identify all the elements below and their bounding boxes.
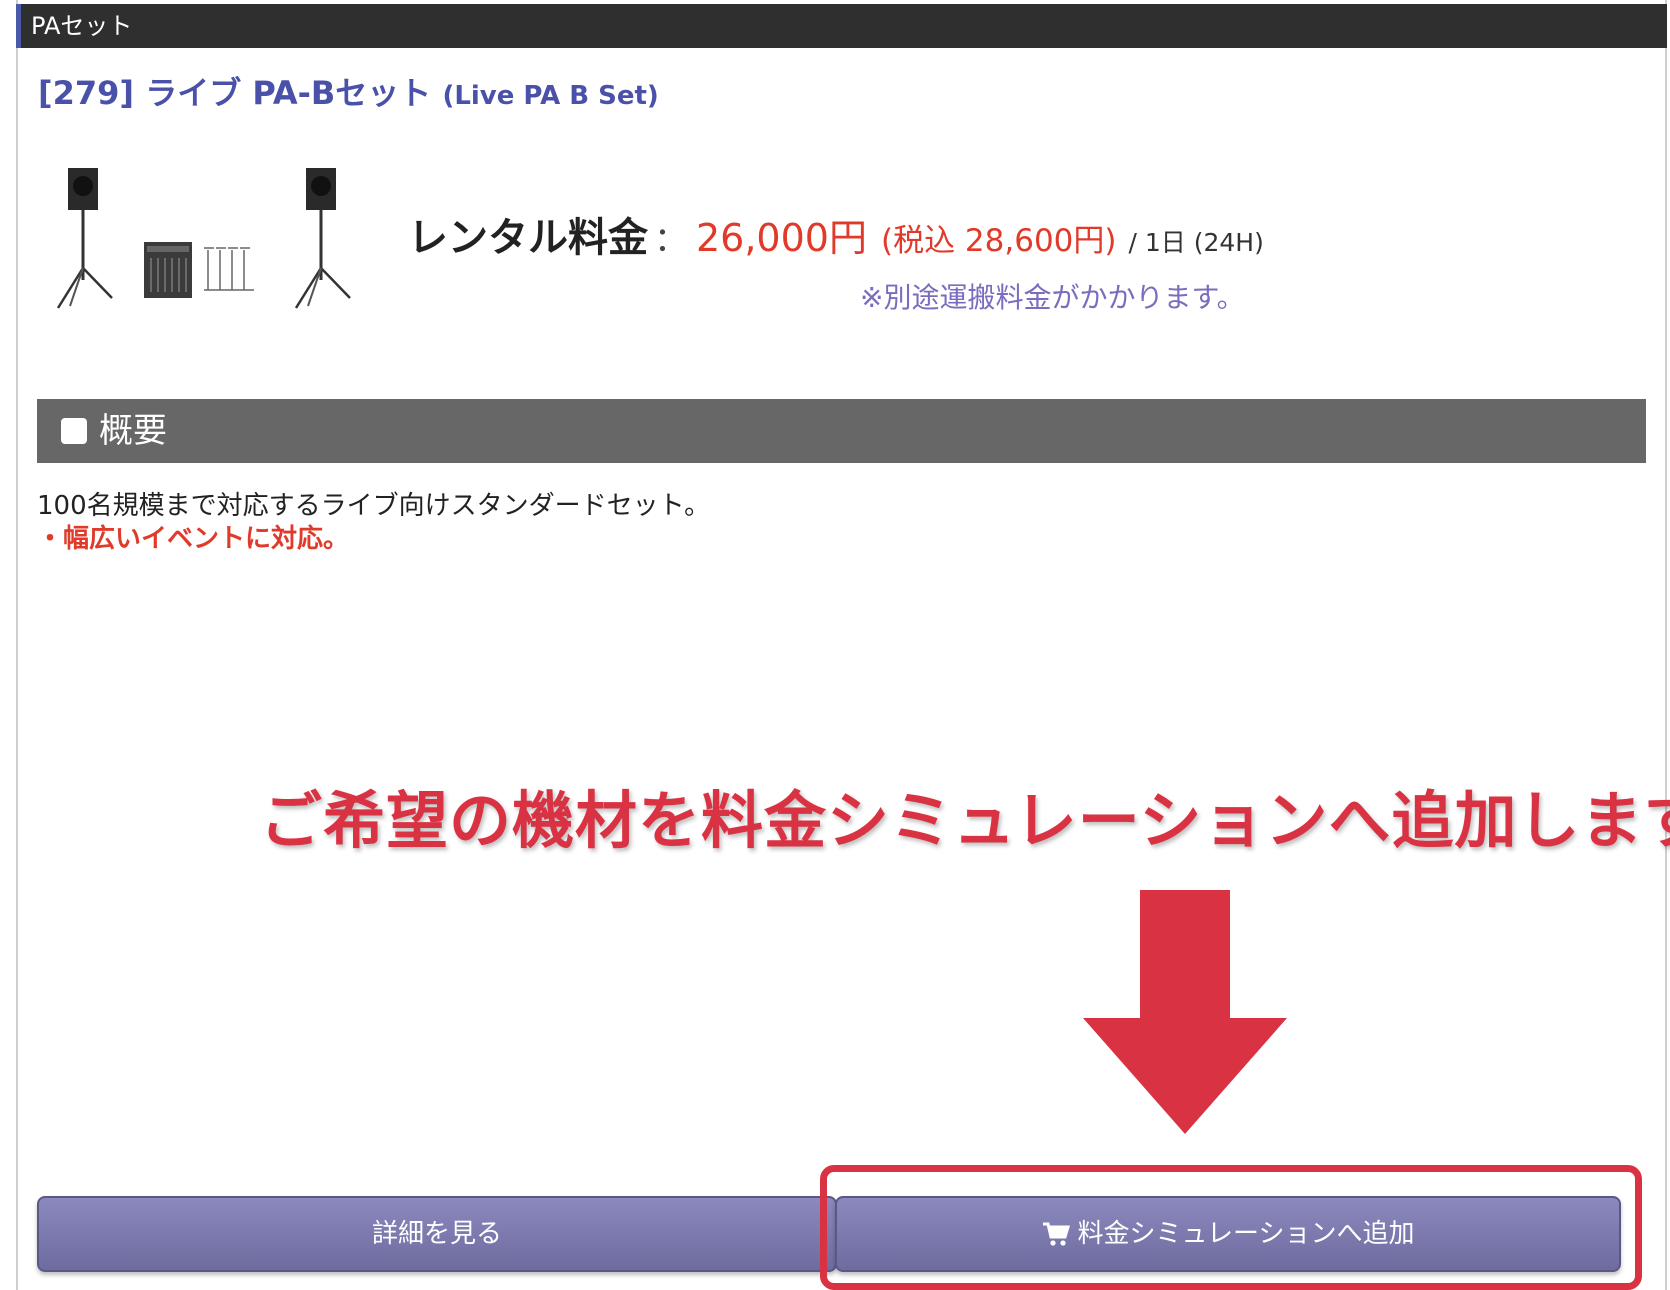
square-icon [61,418,87,444]
overview-highlight: ・幅広いイベントに対応。 [37,524,350,554]
mixer-icon [144,242,192,298]
mic-stands-icon [204,247,254,291]
shipping-note: ※別途運搬料金がかかります。 [860,281,1245,314]
arrow-down-icon [1083,890,1287,1134]
price-separator: ： [654,220,688,260]
product-title-jp[interactable]: [279] ライブ PA-Bセット [38,74,431,112]
overview-header: 概要 [37,399,1646,463]
add-to-simulation-label: 料金シミュレーションへ追加 [1077,1219,1415,1249]
price-value: 26,000円 [696,216,867,260]
price-label: レンタル料金 [408,215,648,261]
speaker-right-icon [294,168,351,309]
cart-icon [1042,1222,1070,1246]
overview-description: 100名規模まで対応するライブ向けスタンダードセット。 [37,491,711,521]
product-image[interactable] [56,168,376,328]
add-to-simulation-button[interactable]: 料金シミュレーションへ追加 [835,1196,1621,1272]
view-details-button[interactable]: 詳細を見る [37,1196,837,1272]
category-bar: PAセット [16,4,1667,48]
category-label: PAセット [31,12,133,40]
speaker-left-icon [56,168,113,309]
annotation-text: ご希望の機材を料金シミュレーションへ追加します [260,784,1670,857]
product-title-en[interactable]: (Live PA B Set) [442,81,658,111]
price-unit: / 1日 (24H) [1128,228,1264,257]
overview-heading: 概要 [99,411,167,451]
price-with-tax: (税込 28,600円) [880,223,1117,259]
product-title[interactable]: [279] ライブ PA-Bセット (Live PA B Set) [38,68,659,114]
price-line: レンタル料金 ： 26,000円 (税込 28,600円) / 1日 (24H) [408,205,1264,263]
